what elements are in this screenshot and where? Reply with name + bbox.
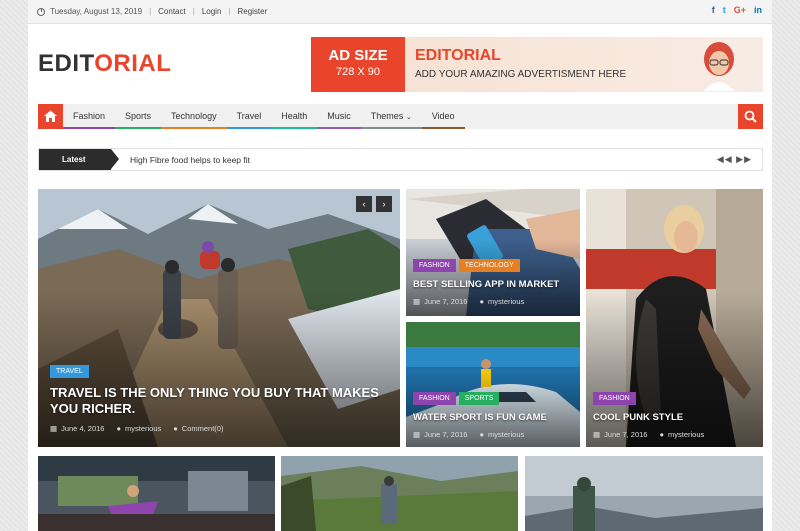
post-meta-punk: ▦ June 7, 2016 ● mysterious (593, 430, 705, 439)
top-bar: Tuesday, August 13, 2019 | Contact | Log… (28, 0, 772, 24)
nav-item-music[interactable]: Music (317, 104, 361, 129)
site-logo[interactable]: EDITORIAL (38, 50, 171, 78)
ticker-next-icon[interactable]: ▶▶ (736, 154, 752, 164)
post-card-bottom-3[interactable] (525, 456, 763, 531)
post-card-water[interactable]: FASHION SPORTS WATER SPORT IS FUN GAME ▦… (406, 322, 580, 447)
facebook-icon[interactable]: f (712, 5, 715, 15)
user-icon: ● (479, 430, 484, 439)
ticker-controls: ◀◀ ▶▶ (717, 154, 752, 165)
ad-banner[interactable]: AD SIZE 728 X 90 EDITORIAL ADD YOUR AMAZ… (311, 37, 763, 92)
calendar-icon: ▦ (413, 297, 421, 306)
google-plus-icon[interactable]: G+ (734, 5, 746, 15)
calendar-icon: ▦ (413, 430, 421, 439)
user-icon: ● (116, 424, 121, 433)
nav-item-sports[interactable]: Sports (115, 104, 162, 129)
calendar-icon: ▦ (593, 430, 601, 439)
home-button[interactable] (38, 104, 63, 129)
nav-item-technology[interactable]: Technology (161, 104, 227, 129)
date-text: Tuesday, August 13, 2019 (50, 7, 143, 16)
post-tags-water: FASHION SPORTS (413, 392, 500, 405)
nav-item-travel[interactable]: Travel (226, 104, 272, 129)
slider-prev-button[interactable]: ‹ (356, 196, 372, 212)
post-card-bottom-2[interactable] (281, 456, 518, 531)
post-image-bottom-3 (525, 456, 763, 531)
tag-fashion[interactable]: FASHION (593, 392, 636, 405)
tag-technology[interactable]: TECHNOLOGY (458, 259, 520, 272)
slider-arrows: ‹ › (356, 196, 392, 212)
post-card-app[interactable]: FASHION TECHNOLOGY BEST SELLING APP IN M… (406, 189, 580, 316)
slider-next-button[interactable]: › (376, 196, 392, 212)
post-card-punk[interactable]: FASHION COOL PUNK STYLE ▦ June 7, 2016 ● m… (586, 189, 763, 447)
tag-fashion[interactable]: FASHION (413, 259, 456, 272)
login-link[interactable]: Login (202, 7, 222, 16)
tag-sports[interactable]: SPORTS (458, 392, 500, 405)
post-title-app[interactable]: BEST SELLING APP IN MARKET (413, 279, 578, 290)
post-tags-app: FASHION TECHNOLOGY (413, 259, 520, 272)
post-tags-punk: FASHION (593, 392, 636, 405)
user-icon: ● (479, 297, 484, 306)
post-meta-app: ▦ June 7, 2016 ● mysterious (413, 297, 525, 306)
featured-post-meta: ▦ June 4, 2016 ● mysterious ● Comment(0) (50, 424, 224, 433)
post-meta-water: ▦ June 7, 2016 ● mysterious (413, 430, 525, 439)
post-comments[interactable]: Comment(0) (182, 424, 224, 433)
post-card-bottom-1[interactable] (38, 456, 275, 531)
ad-brand: EDITORIAL (415, 47, 501, 64)
ad-size-value: 728 X 90 (335, 66, 381, 78)
featured-tags: TRAVEL (50, 365, 89, 378)
ticker-prev-icon[interactable]: ◀◀ (717, 154, 733, 164)
ticker-headline[interactable]: High Fibre food helps to keep fit (130, 155, 250, 165)
clock-icon (37, 7, 45, 16)
calendar-icon: ▦ (50, 424, 58, 433)
post-author[interactable]: mysterious (125, 424, 161, 433)
tag-fashion[interactable]: FASHION (413, 392, 456, 405)
home-icon (44, 110, 57, 122)
register-link[interactable]: Register (237, 7, 267, 16)
nav-item-health[interactable]: Health (271, 104, 318, 129)
chevron-down-icon: ⌄ (405, 114, 412, 121)
ad-tagline: ADD YOUR AMAZING ADVERTISMENT HERE (415, 69, 627, 80)
post-title-water[interactable]: WATER SPORT IS FUN GAME (413, 412, 578, 423)
ad-model-image (704, 42, 734, 91)
social-links: f t G+ in (712, 5, 762, 15)
tag-travel[interactable]: TRAVEL (50, 365, 89, 378)
post-image-bottom-1 (38, 456, 275, 531)
main-nav: Fashion Sports Technology Travel Health … (38, 104, 763, 129)
ad-size-label: AD SIZE (328, 47, 388, 64)
nav-item-fashion[interactable]: Fashion (63, 104, 116, 129)
contact-link[interactable]: Contact (158, 7, 186, 16)
featured-post-title[interactable]: TRAVEL IS THE ONLY THING YOU BUY THAT MA… (50, 385, 390, 416)
user-icon: ● (659, 430, 664, 439)
ticker-label: Latest (39, 149, 119, 170)
linkedin-icon[interactable]: in (754, 5, 762, 15)
comment-icon: ● (173, 424, 178, 433)
ad-size-box: AD SIZE 728 X 90 (311, 37, 405, 92)
post-title-punk[interactable]: COOL PUNK STYLE (593, 412, 758, 423)
nav-item-themes[interactable]: Themes ⌄ (360, 104, 422, 129)
nav-item-video[interactable]: Video (421, 104, 465, 129)
search-icon (744, 110, 757, 123)
featured-post[interactable]: ‹ › TRAVEL TRAVEL IS THE ONLY THING YOU … (38, 189, 400, 447)
twitter-icon[interactable]: t (723, 5, 726, 15)
page: Tuesday, August 13, 2019 | Contact | Log… (28, 0, 772, 531)
search-button[interactable] (738, 104, 763, 129)
news-ticker: Latest High Fibre food helps to keep fit… (38, 148, 763, 171)
post-image-bottom-2 (281, 456, 518, 531)
